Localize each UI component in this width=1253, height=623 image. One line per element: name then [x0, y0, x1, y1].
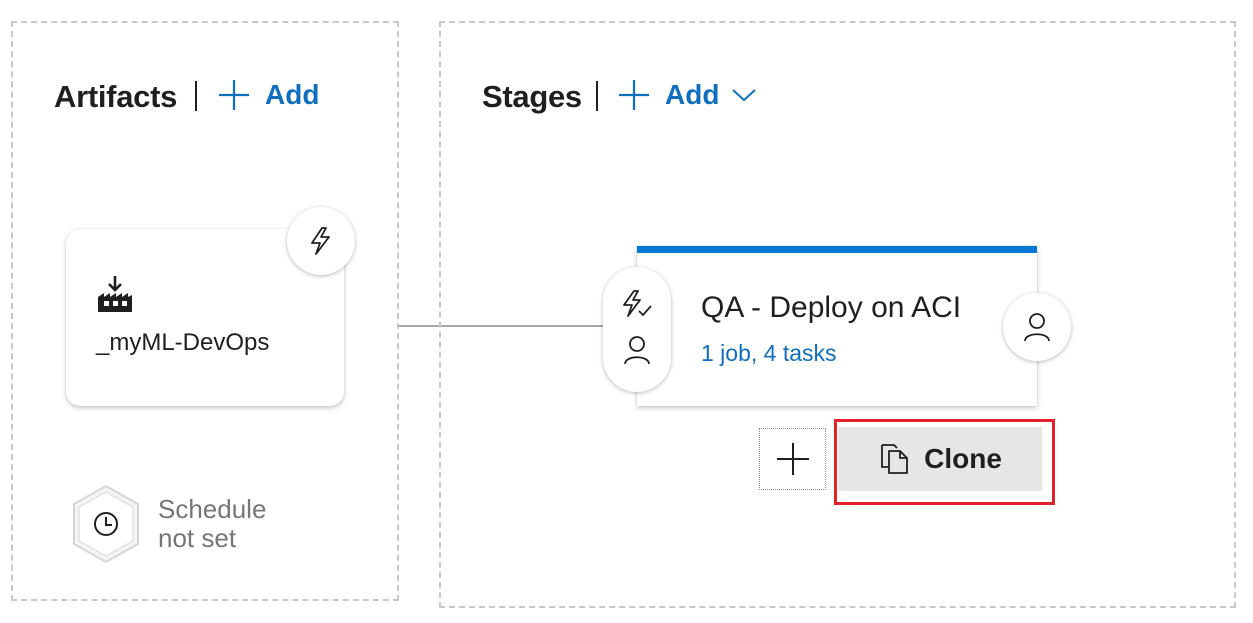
add-stage-label: Add: [665, 79, 720, 110]
copy-icon: [881, 444, 909, 474]
schedule-line-1: Schedule: [158, 494, 267, 524]
schedule-line-2: not set: [158, 523, 237, 553]
stages-divider: [596, 81, 598, 111]
build-icon: [96, 275, 134, 318]
add-artifact-button[interactable]: Add: [217, 78, 319, 112]
continuous-deployment-trigger-button[interactable]: [287, 207, 355, 275]
post-deployment-conditions-button[interactable]: [1003, 293, 1071, 361]
chevron-down-icon: [732, 89, 757, 102]
artifacts-title: Artifacts: [54, 79, 178, 114]
schedule-button[interactable]: [70, 483, 142, 570]
lightning-check-icon: [621, 289, 653, 324]
add-stage-plus-button[interactable]: [759, 428, 826, 490]
schedule-status: Schedule not set: [158, 495, 266, 553]
pre-deployment-conditions-button[interactable]: [603, 267, 671, 392]
stage-tasks-link[interactable]: 1 job, 4 tasks: [701, 340, 837, 367]
plus-icon: [219, 80, 249, 110]
artifacts-divider: [195, 81, 197, 111]
clone-button[interactable]: Clone: [838, 427, 1042, 491]
plus-icon: [619, 80, 649, 110]
stage-name[interactable]: QA - Deploy on ACI: [701, 291, 961, 325]
person-icon: [1024, 313, 1050, 342]
add-artifact-label: Add: [265, 79, 320, 110]
stage-card[interactable]: QA - Deploy on ACI 1 job, 4 tasks: [637, 246, 1037, 406]
plus-icon: [776, 443, 809, 475]
add-stage-button[interactable]: Add: [617, 78, 757, 112]
clone-label: Clone: [924, 443, 1002, 474]
lightning-icon: [311, 227, 330, 255]
artifact-name: _myML-DevOps: [96, 329, 270, 356]
stages-title: Stages: [482, 79, 582, 114]
person-icon: [623, 335, 651, 370]
stage-card-accent-bar: [637, 246, 1037, 253]
